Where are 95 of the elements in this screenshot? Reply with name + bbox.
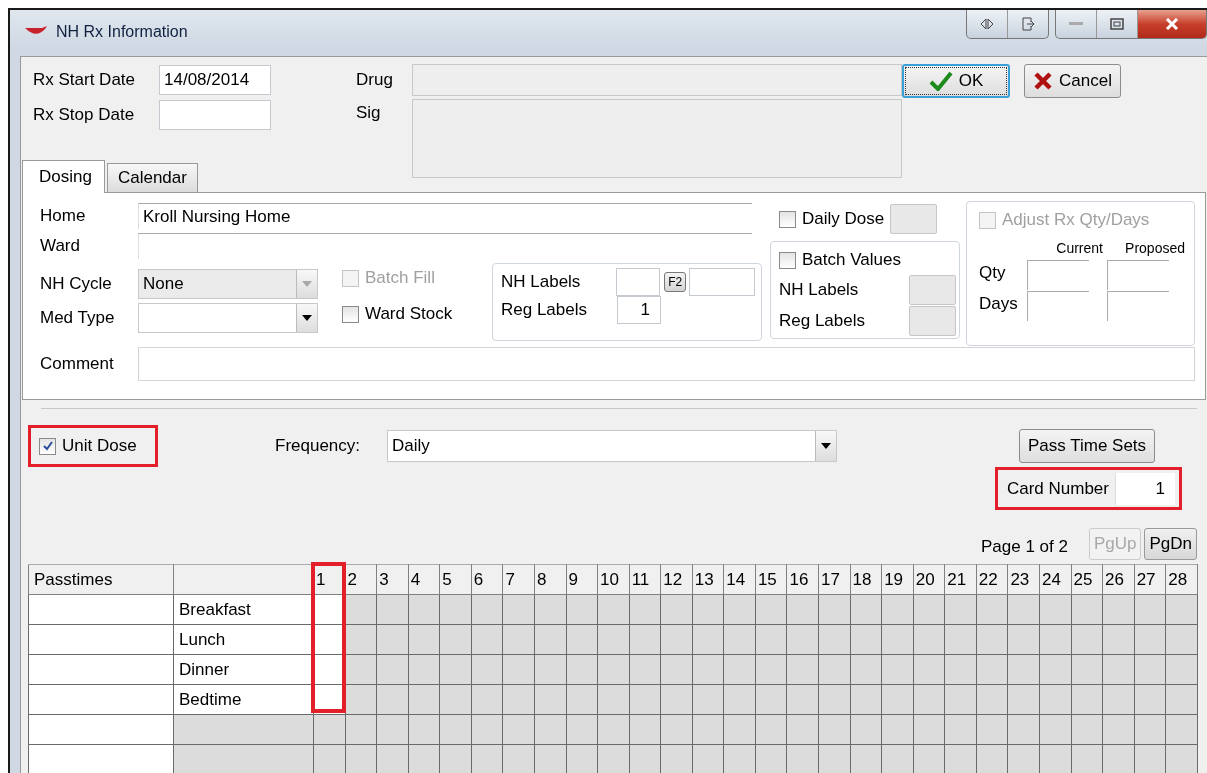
card-number-field[interactable]: 1 xyxy=(1115,472,1175,505)
column-heading: Proposed xyxy=(1124,240,1185,256)
check-icon xyxy=(928,71,953,91)
comment-field[interactable] xyxy=(137,347,1195,381)
day-heading: 17 xyxy=(818,564,851,595)
close-icon xyxy=(1165,18,1179,30)
day-heading: 13 xyxy=(692,564,724,595)
checkbox[interactable] xyxy=(342,305,359,323)
field-label: Home xyxy=(40,206,87,226)
labels-field[interactable]: 1 xyxy=(617,296,661,324)
labels-field[interactable] xyxy=(616,268,661,296)
day-heading: 10 xyxy=(597,564,630,595)
field-label: Reg Labels xyxy=(779,310,865,331)
cross-icon xyxy=(1033,71,1053,91)
day-heading: 20 xyxy=(913,564,945,595)
checkbox[interactable] xyxy=(779,210,796,228)
maximize-icon xyxy=(1110,18,1124,30)
labels-field[interactable] xyxy=(909,274,956,305)
field-label: Reg Labels xyxy=(501,300,588,320)
day-heading: 6 xyxy=(471,564,503,595)
tab[interactable]: Calendar xyxy=(106,163,198,192)
checkbox-label: Daily Dose xyxy=(802,209,885,229)
checkbox-label: Adjust Rx Qty/Days xyxy=(1002,210,1150,230)
page-indicator: Page 1 of 2 xyxy=(980,537,1068,557)
field-label: Frequency: xyxy=(275,436,362,456)
frequency-dropdown[interactable]: Daily xyxy=(387,430,837,462)
day-heading: 11 xyxy=(629,564,661,595)
table-cell: Breakfast xyxy=(173,594,314,625)
day-heading: 25 xyxy=(1071,564,1103,595)
checkbox[interactable] xyxy=(39,437,56,455)
day-heading: 2 xyxy=(345,564,377,595)
field-label: Days xyxy=(979,294,1019,314)
field-label: Ward xyxy=(40,236,81,256)
ok-button[interactable]: OK xyxy=(902,64,1010,98)
labels-field[interactable] xyxy=(909,305,956,336)
field-label: NH Labels xyxy=(501,272,582,292)
close-button[interactable] xyxy=(1138,10,1206,38)
column-heading: Current xyxy=(1055,240,1103,256)
quantity-field[interactable] xyxy=(1107,260,1169,290)
day-heading: 27 xyxy=(1134,564,1166,595)
dropdown-arrow-icon xyxy=(302,281,312,287)
page-button[interactable]: PgDn xyxy=(1144,528,1197,560)
day-heading: 23 xyxy=(1007,564,1040,595)
column-heading: Passtimes xyxy=(28,564,174,595)
date-field[interactable]: 14/08/2014 xyxy=(159,65,271,95)
field-label: Sig xyxy=(356,103,382,123)
day-heading: 26 xyxy=(1102,564,1135,595)
tab[interactable]: Dosing xyxy=(22,160,105,193)
day-heading: 28 xyxy=(1165,564,1198,595)
day-heading: 12 xyxy=(660,564,693,595)
checkbox[interactable] xyxy=(779,251,796,269)
field-label: Med Type xyxy=(40,308,116,328)
f2-key-button[interactable]: F2 xyxy=(664,272,687,292)
checkbox-label: Unit Dose xyxy=(62,436,137,456)
field-label: Comment xyxy=(40,354,115,374)
minimize-icon xyxy=(1069,22,1083,26)
quantity-field[interactable] xyxy=(1027,260,1089,290)
day-heading: 9 xyxy=(566,564,598,595)
day-heading: 24 xyxy=(1039,564,1071,595)
day-heading: 16 xyxy=(786,564,819,595)
day-heading: 4 xyxy=(408,564,440,595)
field-label: Qty xyxy=(979,263,1007,283)
checkbox-label: Batch Fill xyxy=(365,268,435,288)
day-heading: 15 xyxy=(755,564,787,595)
dropdown-arrow-icon xyxy=(821,443,831,449)
checkbox-label: Ward Stock xyxy=(365,304,453,324)
table-cell: Bedtime xyxy=(173,684,314,715)
sig-field[interactable] xyxy=(411,99,902,178)
day-heading: 3 xyxy=(376,564,409,595)
table-cell: Lunch xyxy=(173,624,314,655)
checkbox-label: Batch Values xyxy=(802,250,901,270)
field-label: Rx Stop Date xyxy=(33,105,136,125)
day-heading: 21 xyxy=(944,564,977,595)
day-heading: 18 xyxy=(850,564,882,595)
day-heading: 7 xyxy=(502,564,535,595)
field-label: NH Cycle xyxy=(40,274,113,294)
pass-time-sets-button[interactable]: Pass Time Sets xyxy=(1019,429,1156,463)
field-label: NH Labels xyxy=(779,279,859,300)
drug-field[interactable] xyxy=(411,64,902,96)
window-title: NH Rx Information xyxy=(56,23,188,41)
field-label: Card Number xyxy=(1006,478,1109,499)
day-heading: 19 xyxy=(881,564,914,595)
day-heading: 22 xyxy=(976,564,1008,595)
dropdown-arrow-icon xyxy=(302,315,312,321)
cancel-button[interactable]: Cancel xyxy=(1024,64,1121,98)
dose-field[interactable] xyxy=(890,204,938,234)
field-label: Drug xyxy=(356,70,394,90)
home-field[interactable]: Kroll Nursing Home xyxy=(138,203,752,229)
labels-field[interactable] xyxy=(689,268,755,296)
day-heading: 14 xyxy=(723,564,756,595)
date-field[interactable] xyxy=(159,100,271,130)
day-heading: 5 xyxy=(439,564,472,595)
field-label: Rx Start Date xyxy=(33,70,137,90)
table-cell: Dinner xyxy=(173,654,314,685)
day-heading: 8 xyxy=(534,564,566,595)
